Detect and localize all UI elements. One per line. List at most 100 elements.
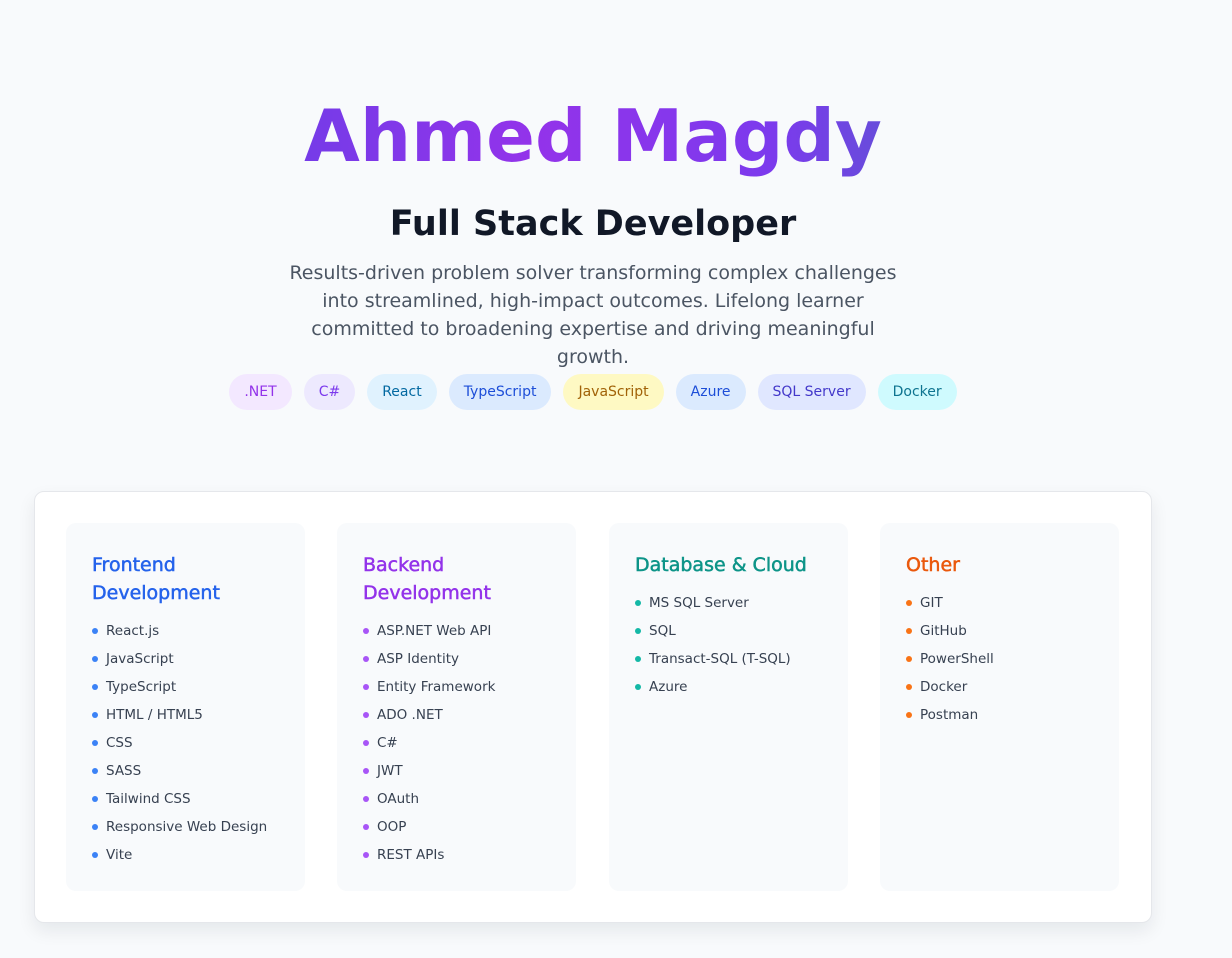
bullet-dot-icon: [906, 628, 912, 634]
tech-tag: SQL Server: [757, 374, 866, 410]
bullet-dot-icon: [92, 712, 98, 718]
tech-tag: C#: [303, 374, 356, 410]
tech-tag: React: [367, 374, 437, 410]
skill-item-label: JWT: [377, 763, 403, 779]
bullet-dot-icon: [906, 600, 912, 606]
skill-item-label: Azure: [649, 679, 688, 695]
bullet-dot-icon: [92, 852, 98, 858]
skill-item: Azure: [635, 673, 822, 701]
skill-item: React.js: [92, 617, 279, 645]
skill-item-label: React.js: [106, 623, 160, 639]
skill-item: ASP Identity: [363, 645, 550, 673]
bullet-dot-icon: [635, 628, 641, 634]
skill-item: SQL: [635, 617, 822, 645]
bullet-dot-icon: [363, 852, 369, 858]
skill-group: Frontend Development React.js JavaScript Ty…: [66, 523, 305, 891]
skill-item-label: HTML / HTML5: [106, 707, 203, 723]
developer-role: Full Stack Developer: [389, 204, 797, 244]
skill-item: JWT: [363, 757, 550, 785]
skill-item: OAuth: [363, 785, 550, 813]
skill-group-title: Frontend Development: [92, 554, 220, 605]
skill-item: OOP: [363, 813, 550, 841]
skill-item-label: JavaScript: [106, 651, 174, 667]
skill-item-label: ADO .NET: [377, 707, 443, 723]
bullet-dot-icon: [363, 824, 369, 830]
skill-item-label: Postman: [920, 707, 979, 723]
skill-item: ASP.NET Web API: [363, 617, 550, 645]
bullet-dot-icon: [92, 740, 98, 746]
skill-group: Other GIT GitHub PowerShell Docker Postman: [880, 523, 1119, 891]
skill-item: Postman: [906, 701, 1093, 729]
bullet-dot-icon: [92, 656, 98, 662]
bullet-dot-icon: [363, 740, 369, 746]
bullet-dot-icon: [906, 712, 912, 718]
skill-list: React.js JavaScript TypeScript HTML / HTML5…: [92, 617, 279, 869]
skill-item-label: SASS: [106, 763, 142, 779]
skill-item: SASS: [92, 757, 279, 785]
skill-group: Backend Development ASP.NET Web API ASP Id…: [337, 523, 576, 891]
skill-item-label: ASP Identity: [377, 651, 459, 667]
skill-item: TypeScript: [92, 673, 279, 701]
skill-group-title: Other: [906, 554, 960, 577]
bullet-dot-icon: [363, 796, 369, 802]
skill-item: Tailwind CSS: [92, 785, 279, 813]
skill-item-label: SQL: [649, 623, 676, 639]
tech-tag: .NET: [229, 374, 292, 410]
skill-item-label: Responsive Web Design: [106, 819, 268, 835]
bullet-dot-icon: [635, 600, 641, 606]
skill-item-label: Vite: [106, 847, 133, 863]
skills-card: Frontend Development React.js JavaScript Ty…: [34, 491, 1152, 923]
skill-item: REST APIs: [363, 841, 550, 869]
bullet-dot-icon: [92, 684, 98, 690]
tech-tag: JavaScript: [563, 374, 664, 410]
skill-item: HTML / HTML5: [92, 701, 279, 729]
skill-item-label: ASP.NET Web API: [377, 623, 492, 639]
skill-item: Docker: [906, 673, 1093, 701]
tech-tag: Docker: [877, 374, 957, 410]
bullet-dot-icon: [92, 824, 98, 830]
bullet-dot-icon: [363, 712, 369, 718]
skill-item-label: Docker: [920, 679, 968, 695]
skill-item: CSS: [92, 729, 279, 757]
skill-group-title: Database & Cloud: [635, 554, 807, 577]
skill-item: Vite: [92, 841, 279, 869]
bullet-dot-icon: [92, 628, 98, 634]
tech-tags: .NET C# React TypeScript JavaScript Azure SQL …: [0, 374, 1186, 410]
skill-item-label: GitHub: [920, 623, 967, 639]
bullet-dot-icon: [906, 656, 912, 662]
skill-list: MS SQL Server SQL Transact-SQL (T-SQL) Azur…: [635, 589, 822, 701]
skill-item-label: REST APIs: [377, 847, 445, 863]
skill-list: GIT GitHub PowerShell Docker Postman: [906, 589, 1093, 729]
skill-item: Transact-SQL (T-SQL): [635, 645, 822, 673]
bullet-dot-icon: [635, 656, 641, 662]
skill-item-label: MS SQL Server: [649, 595, 749, 611]
skill-item: ADO .NET: [363, 701, 550, 729]
bullet-dot-icon: [92, 768, 98, 774]
skill-item-label: PowerShell: [920, 651, 994, 667]
skill-item-label: C#: [377, 735, 398, 751]
skill-list: ASP.NET Web API ASP Identity Entity Framew…: [363, 617, 550, 869]
skill-item: PowerShell: [906, 645, 1093, 673]
skill-item-label: OOP: [377, 819, 407, 835]
developer-bio: Results-driven problem solver transformi…: [289, 262, 897, 368]
bullet-dot-icon: [363, 628, 369, 634]
skill-item-label: GIT: [920, 595, 943, 611]
developer-name: Ahmed Magdy: [0, 92, 1186, 180]
bullet-dot-icon: [363, 684, 369, 690]
skill-item: GitHub: [906, 617, 1093, 645]
bullet-dot-icon: [906, 684, 912, 690]
skill-item-label: Entity Framework: [377, 679, 496, 695]
skill-item-label: CSS: [106, 735, 133, 751]
skill-item: Entity Framework: [363, 673, 550, 701]
skill-item: GIT: [906, 589, 1093, 617]
tech-tag: Azure: [675, 374, 746, 410]
skill-group-title: Backend Development: [363, 554, 491, 605]
bullet-dot-icon: [363, 656, 369, 662]
skill-item-label: Transact-SQL (T-SQL): [649, 651, 791, 667]
skill-item: JavaScript: [92, 645, 279, 673]
skill-item-label: OAuth: [377, 791, 420, 807]
bullet-dot-icon: [635, 684, 641, 690]
tech-tag: TypeScript: [448, 374, 552, 410]
skill-item-label: Tailwind CSS: [106, 791, 191, 807]
skill-item: MS SQL Server: [635, 589, 822, 617]
